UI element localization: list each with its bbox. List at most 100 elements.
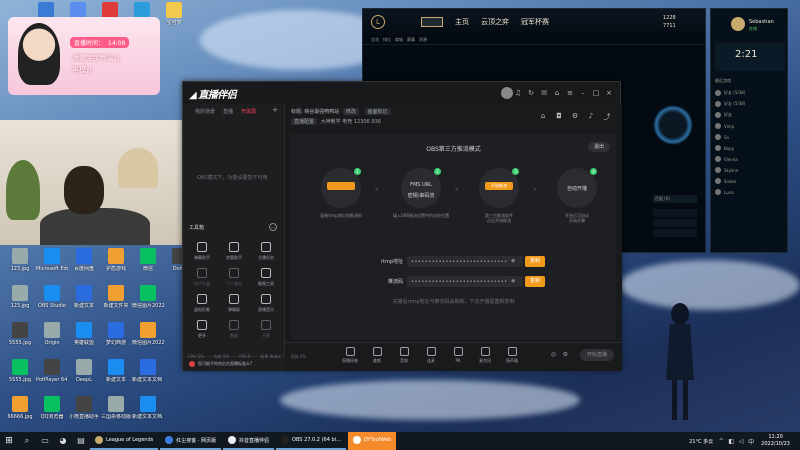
desktop-icon[interactable]: Origin <box>36 322 68 346</box>
friend-list-item[interactable]: 好友 (5/38) <box>715 89 785 97</box>
tool-item[interactable]: 更多 <box>187 320 217 339</box>
tool-item[interactable]: 主播任务 <box>251 242 281 261</box>
tab-my-scenes[interactable]: 我的场景 <box>195 108 215 115</box>
desktop-icon[interactable]: 微信图片20220... <box>132 285 164 309</box>
desktop-icon[interactable]: 百度网盘 <box>68 248 100 272</box>
explorer-icon[interactable]: ▤ <box>72 432 90 450</box>
profile-avatar[interactable] <box>731 17 745 31</box>
lock-icon[interactable]: ◘ <box>554 112 564 122</box>
settings-icon[interactable]: ⚙ <box>570 112 580 122</box>
network-icon[interactable]: ◧ <box>727 438 735 445</box>
friend-list-item[interactable]: Skyline <box>715 166 785 174</box>
desktop-icon[interactable]: 新建文本 <box>100 359 132 383</box>
tool-item[interactable]: 电子礼盒 <box>187 268 217 287</box>
rtmp-url-input[interactable]: •••••••••••••••••••••••••••• <box>407 256 523 267</box>
tool-item[interactable]: 截图工具 <box>251 268 281 287</box>
chrome-icon[interactable]: ◕ <box>54 432 72 450</box>
friend-list-item[interactable]: 好友 <box>715 111 785 119</box>
close-icon[interactable]: × <box>604 88 614 98</box>
friend-list-item[interactable]: Vimp <box>715 122 785 130</box>
desktop-icon[interactable]: 新建文本文档 (2).txt <box>132 359 164 383</box>
lol-subtab[interactable]: 排位 <box>383 37 391 43</box>
desktop-icon[interactable]: 123.jpg <box>4 248 36 272</box>
desktop-icon[interactable]: 宝可梦 <box>158 2 190 26</box>
bottom-tool-1[interactable]: 美颜 <box>364 347 390 364</box>
desktop-icon[interactable]: 微信图片20220... <box>132 322 164 346</box>
tool-item[interactable]: 虚拟形象 <box>187 294 217 313</box>
lol-queue-label[interactable]: 匹配 (6) <box>653 195 697 203</box>
bottom-tool-5[interactable]: 麦克风 <box>472 347 498 364</box>
bottom-tool-6[interactable]: 扬声器 <box>499 347 525 364</box>
lol-subtab[interactable]: 赛事 <box>407 37 415 43</box>
friend-list-item[interactable]: 好友 (5/38) <box>715 100 785 108</box>
tool-item[interactable]: 房管助手 <box>219 242 249 261</box>
shop-icon[interactable]: ⌂ <box>538 112 548 122</box>
tool-item[interactable]: 直播音乐 <box>251 294 281 313</box>
taskbar-app[interactable]: OBS 27.0.2 (64 bi... <box>276 432 346 450</box>
friend-list-item[interactable]: Sn <box>715 133 785 141</box>
config-button[interactable]: 直播配置 <box>291 118 318 125</box>
desktop-icon[interactable]: PotPlayer 64 bit <box>36 359 68 383</box>
volume-icon[interactable]: ◁ <box>737 438 745 445</box>
headset-icon[interactable]: ♫ <box>513 88 523 98</box>
friend-list-item[interactable]: Luna <box>715 188 785 196</box>
exit-obs-button[interactable]: 退出 <box>588 142 610 152</box>
tool-item[interactable]: 分享 <box>251 320 281 339</box>
friend-list-item[interactable]: Snake <box>715 177 785 185</box>
maximize-icon[interactable]: □ <box>591 88 601 98</box>
desktop-icon[interactable]: 新建文件夹 <box>100 285 132 309</box>
desktop-icon[interactable]: 小熊直播助手 <box>68 396 100 420</box>
tab-live[interactable]: 直播 <box>223 108 233 115</box>
lol-subtab[interactable]: 资源 <box>419 37 427 43</box>
bottom-tool-2[interactable]: 音效 <box>391 347 417 364</box>
live-companion-window[interactable]: 直播伴侣 ♫ ↻ ✉ ⌂ ≡ – □ × 我的场景 直播 开黑局 + OBS模式… <box>182 81 622 371</box>
tool-item[interactable]: 弹幕助手 <box>187 242 217 261</box>
search-icon[interactable]: ⌕ <box>18 432 36 450</box>
desktop-icon[interactable]: 5555.jpg <box>4 322 36 346</box>
desktop-icon[interactable]: QQ浏览器 <box>36 396 68 420</box>
edit-title-button[interactable]: 修改 <box>342 108 359 115</box>
desktop-icon[interactable]: 三国杀移动版 <box>100 396 132 420</box>
bottom-tool-0[interactable]: 直播间装 <box>337 347 363 364</box>
minimize-icon[interactable]: – <box>578 88 588 98</box>
lol-subtab[interactable]: 总览 <box>371 37 379 43</box>
copy-rtmp-button[interactable]: 复制 <box>525 256 545 267</box>
eye-icon[interactable]: ◉ <box>511 278 515 284</box>
bottom-tool-3[interactable]: 连麦 <box>418 347 444 364</box>
desktop-icon[interactable]: DeepL <box>68 359 100 383</box>
lol-subtab[interactable]: 商城 <box>395 37 403 43</box>
mail-icon[interactable]: ✉ <box>539 88 549 98</box>
desktop-icon[interactable]: 英雄联盟 <box>68 322 100 346</box>
settings-icon[interactable]: ⚙ <box>563 351 568 358</box>
add-scene-icon[interactable]: + <box>272 106 278 114</box>
lol-nav-home[interactable]: 主页 <box>455 17 469 27</box>
lol-nav-clash[interactable]: 冠军杯赛 <box>521 17 549 27</box>
gift-icon[interactable]: ⌂ <box>552 88 562 98</box>
lol-nav-tft[interactable]: 云顶之弈 <box>481 17 509 27</box>
share-icon[interactable]: ⤴ <box>602 112 612 122</box>
taskview-icon[interactable]: ▭ <box>36 432 54 450</box>
desktop-icon[interactable]: 新建文本文档.txt <box>132 396 164 420</box>
desktop-icon[interactable]: 微信 <box>132 248 164 272</box>
lol-play-button[interactable] <box>421 17 443 27</box>
status-warning-text[interactable]: 您可能不符合后台直播标准么? <box>198 361 252 367</box>
taskbar-app[interactable]: 抖音直播伴侣 <box>223 432 275 450</box>
stream-key-input[interactable]: •••••••••••••••••••••••••••• <box>407 276 523 287</box>
taskbar-app[interactable]: League of Legends <box>90 432 159 450</box>
desktop-icon[interactable]: 5555.jpg <box>4 359 36 383</box>
friend-list-item[interactable]: Bopy <box>715 144 785 152</box>
bottom-tool-4[interactable]: PK <box>445 347 471 363</box>
friend-list-item[interactable]: Vienna <box>715 155 785 163</box>
tool-item[interactable]: 个人装扮 <box>219 268 249 287</box>
eye-icon[interactable]: ◉ <box>511 258 515 264</box>
desktop-icon[interactable]: 梦幻西游 <box>100 322 132 346</box>
marker-button[interactable]: 画面标记 <box>364 108 391 115</box>
weather-widget[interactable]: 21°C 多云 <box>689 438 713 445</box>
toolbox-more-icon[interactable]: … <box>269 223 277 231</box>
tool-item[interactable]: 数据 <box>219 320 249 339</box>
menu-icon[interactable]: ≡ <box>565 88 575 98</box>
voice-icon[interactable]: ◎ <box>551 351 556 358</box>
desktop-icon[interactable]: 66666.jpg <box>4 396 36 420</box>
desktop-icon[interactable]: Microsoft Edge <box>36 248 68 272</box>
chevron-up-icon[interactable]: ^ <box>717 438 725 445</box>
